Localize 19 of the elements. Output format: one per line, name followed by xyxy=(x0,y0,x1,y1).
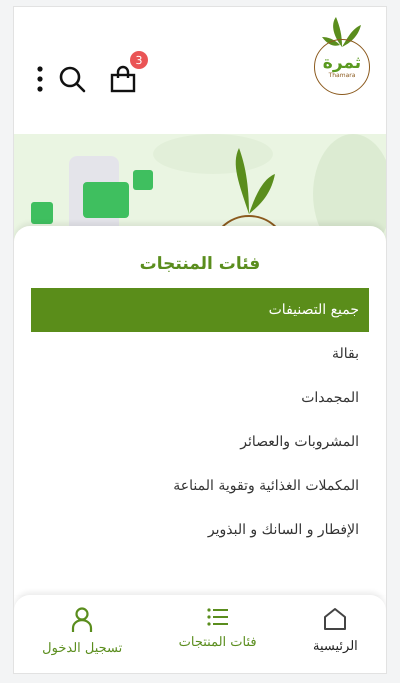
cart-count-badge: 3 xyxy=(130,51,148,69)
category-item[interactable]: الإفطار و السانك و البذوير xyxy=(31,508,369,552)
nav-item[interactable]: الرئيسية xyxy=(309,595,362,673)
category-item[interactable]: المجمدات xyxy=(31,376,369,420)
list-icon xyxy=(206,607,229,627)
shopping-bag-icon[interactable] xyxy=(110,65,136,93)
logo-name: ثمرة xyxy=(322,54,362,72)
nav-item[interactable]: فئات المنتجات xyxy=(174,595,261,673)
category-item[interactable]: المكملات الغذائية وتقوية المناعة xyxy=(31,464,369,508)
home-icon xyxy=(323,607,348,631)
search-icon[interactable] xyxy=(58,65,86,93)
category-item[interactable]: بقالة xyxy=(31,332,369,376)
user-icon xyxy=(71,607,94,633)
category-item[interactable]: المشروبات والعصائر xyxy=(31,420,369,464)
leaf-icon xyxy=(322,15,362,49)
more-icon[interactable] xyxy=(36,66,44,92)
category-item[interactable]: جميع التصنيفات xyxy=(31,288,369,332)
panel-title: فئات المنتجات xyxy=(138,254,262,274)
nav-item[interactable]: تسجيل الدخول xyxy=(38,595,126,673)
